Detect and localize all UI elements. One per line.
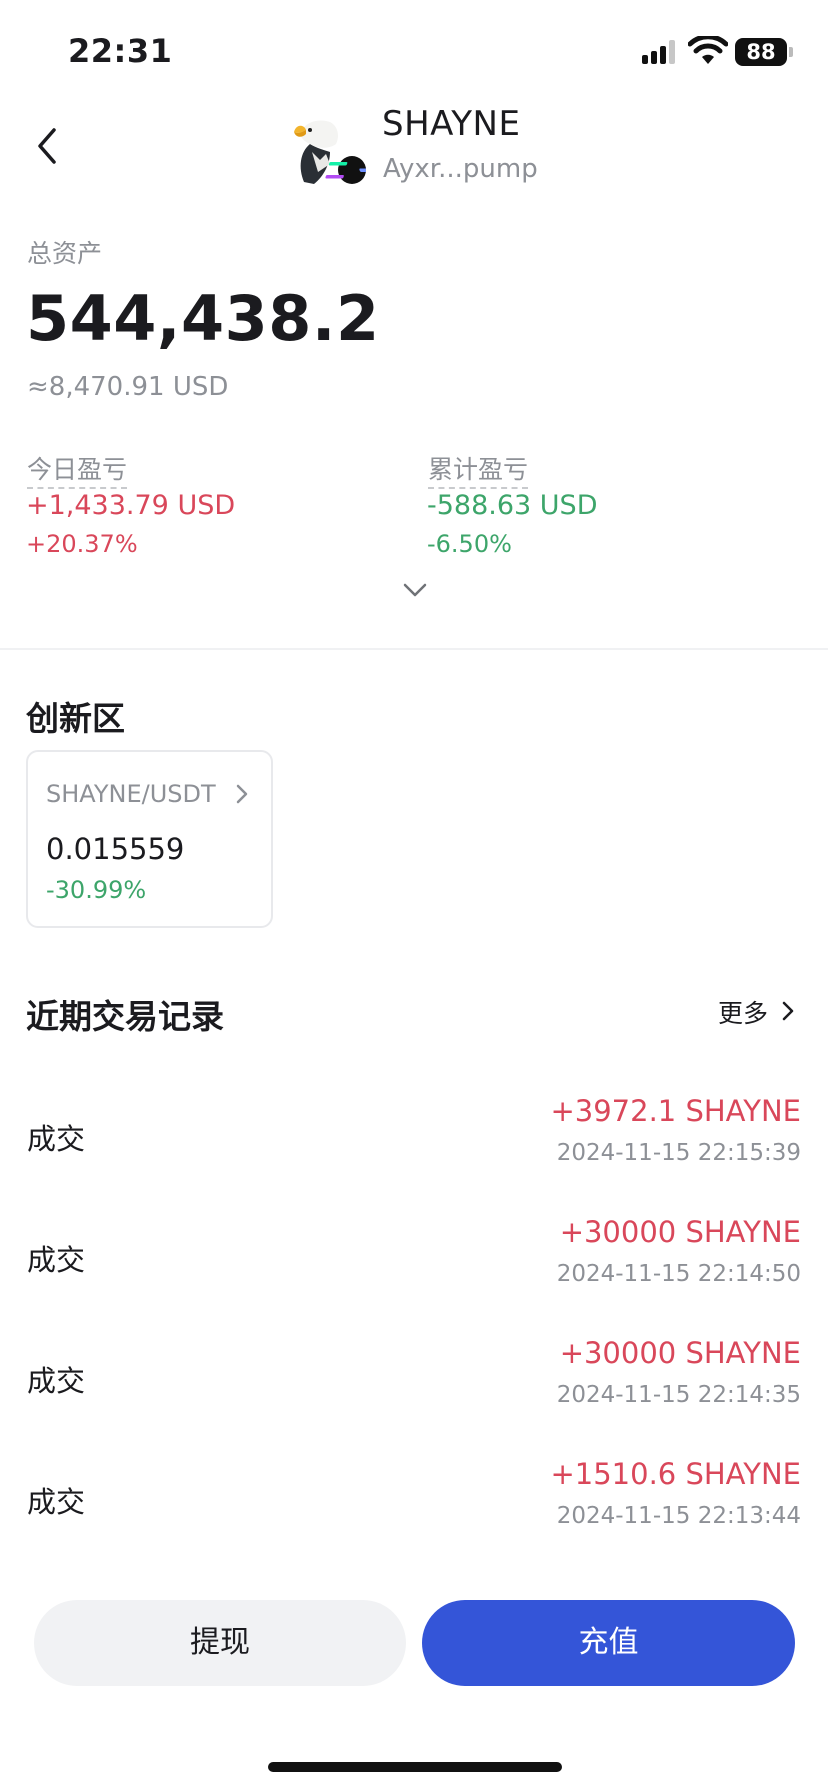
back-arrow-icon[interactable] bbox=[28, 122, 68, 170]
trade-type: 成交 bbox=[27, 1243, 86, 1277]
trade-amount: +1510.6 SHAYNE bbox=[550, 1457, 801, 1491]
trade-time: 2024-11-15 22:15:39 bbox=[556, 1140, 801, 1166]
total-assets-label: 总资产 bbox=[27, 239, 103, 268]
trade-row[interactable]: 成交 +30000 SHAYNE 2024-11-15 22:14:50 bbox=[0, 1203, 828, 1313]
token-name: SHAYNE bbox=[382, 104, 521, 144]
innovation-section-title: 创新区 bbox=[26, 699, 125, 738]
signal-icon bbox=[642, 40, 680, 64]
cumulative-pnl-label[interactable]: 累计盈亏 bbox=[428, 450, 529, 489]
chevron-right-icon[interactable] bbox=[782, 1000, 794, 1022]
deposit-button[interactable]: 充值 bbox=[422, 1600, 795, 1686]
today-pnl-percent: +20.37% bbox=[26, 530, 138, 558]
home-indicator[interactable] bbox=[268, 1762, 562, 1772]
cumulative-pnl-value: -588.63 USD bbox=[427, 490, 598, 521]
trade-type: 成交 bbox=[27, 1122, 86, 1156]
total-assets-usd: ≈8,470.91 USD bbox=[27, 372, 229, 402]
cumulative-pnl-percent: -6.50% bbox=[427, 530, 512, 558]
token-address[interactable]: Ayxr...pump bbox=[383, 154, 538, 184]
total-assets-value: 544,438.2 bbox=[26, 282, 380, 355]
status-bar: 22:31 88 bbox=[0, 0, 828, 100]
eagle-logo-icon bbox=[294, 120, 366, 184]
trade-time: 2024-11-15 22:13:44 bbox=[556, 1503, 801, 1529]
trade-row[interactable]: 成交 +1510.6 SHAYNE 2024-11-15 22:13:44 bbox=[0, 1445, 828, 1555]
trade-amount: +3972.1 SHAYNE bbox=[550, 1094, 801, 1128]
pair-card[interactable]: SHAYNE/USDT 0.015559 -30.99% bbox=[26, 750, 273, 928]
battery-icon: 88 bbox=[735, 38, 787, 66]
pair-price: 0.015559 bbox=[46, 832, 185, 866]
trade-amount: +30000 SHAYNE bbox=[559, 1336, 801, 1370]
trade-row[interactable]: 成交 +3972.1 SHAYNE 2024-11-15 22:15:39 bbox=[0, 1082, 828, 1192]
withdraw-button[interactable]: 提现 bbox=[34, 1600, 406, 1686]
divider bbox=[0, 648, 828, 650]
battery-tip bbox=[789, 47, 793, 57]
trade-time: 2024-11-15 22:14:50 bbox=[556, 1261, 801, 1287]
today-pnl-value: +1,433.79 USD bbox=[26, 490, 236, 521]
pair-name: SHAYNE/USDT bbox=[46, 780, 216, 808]
chevron-down-icon[interactable] bbox=[402, 580, 428, 600]
trade-time: 2024-11-15 22:14:35 bbox=[556, 1382, 801, 1408]
chevron-right-icon bbox=[236, 784, 248, 804]
today-pnl-label[interactable]: 今日盈亏 bbox=[27, 450, 128, 489]
more-link[interactable]: 更多 bbox=[718, 994, 768, 1030]
trade-amount: +30000 SHAYNE bbox=[559, 1215, 801, 1249]
pair-change: -30.99% bbox=[46, 876, 147, 904]
trade-type: 成交 bbox=[27, 1364, 86, 1398]
trade-type: 成交 bbox=[27, 1485, 86, 1519]
trade-row[interactable]: 成交 +30000 SHAYNE 2024-11-15 22:14:35 bbox=[0, 1324, 828, 1434]
wifi-icon bbox=[688, 36, 728, 64]
recent-trades-title: 近期交易记录 bbox=[26, 997, 224, 1036]
status-time: 22:31 bbox=[68, 32, 173, 70]
